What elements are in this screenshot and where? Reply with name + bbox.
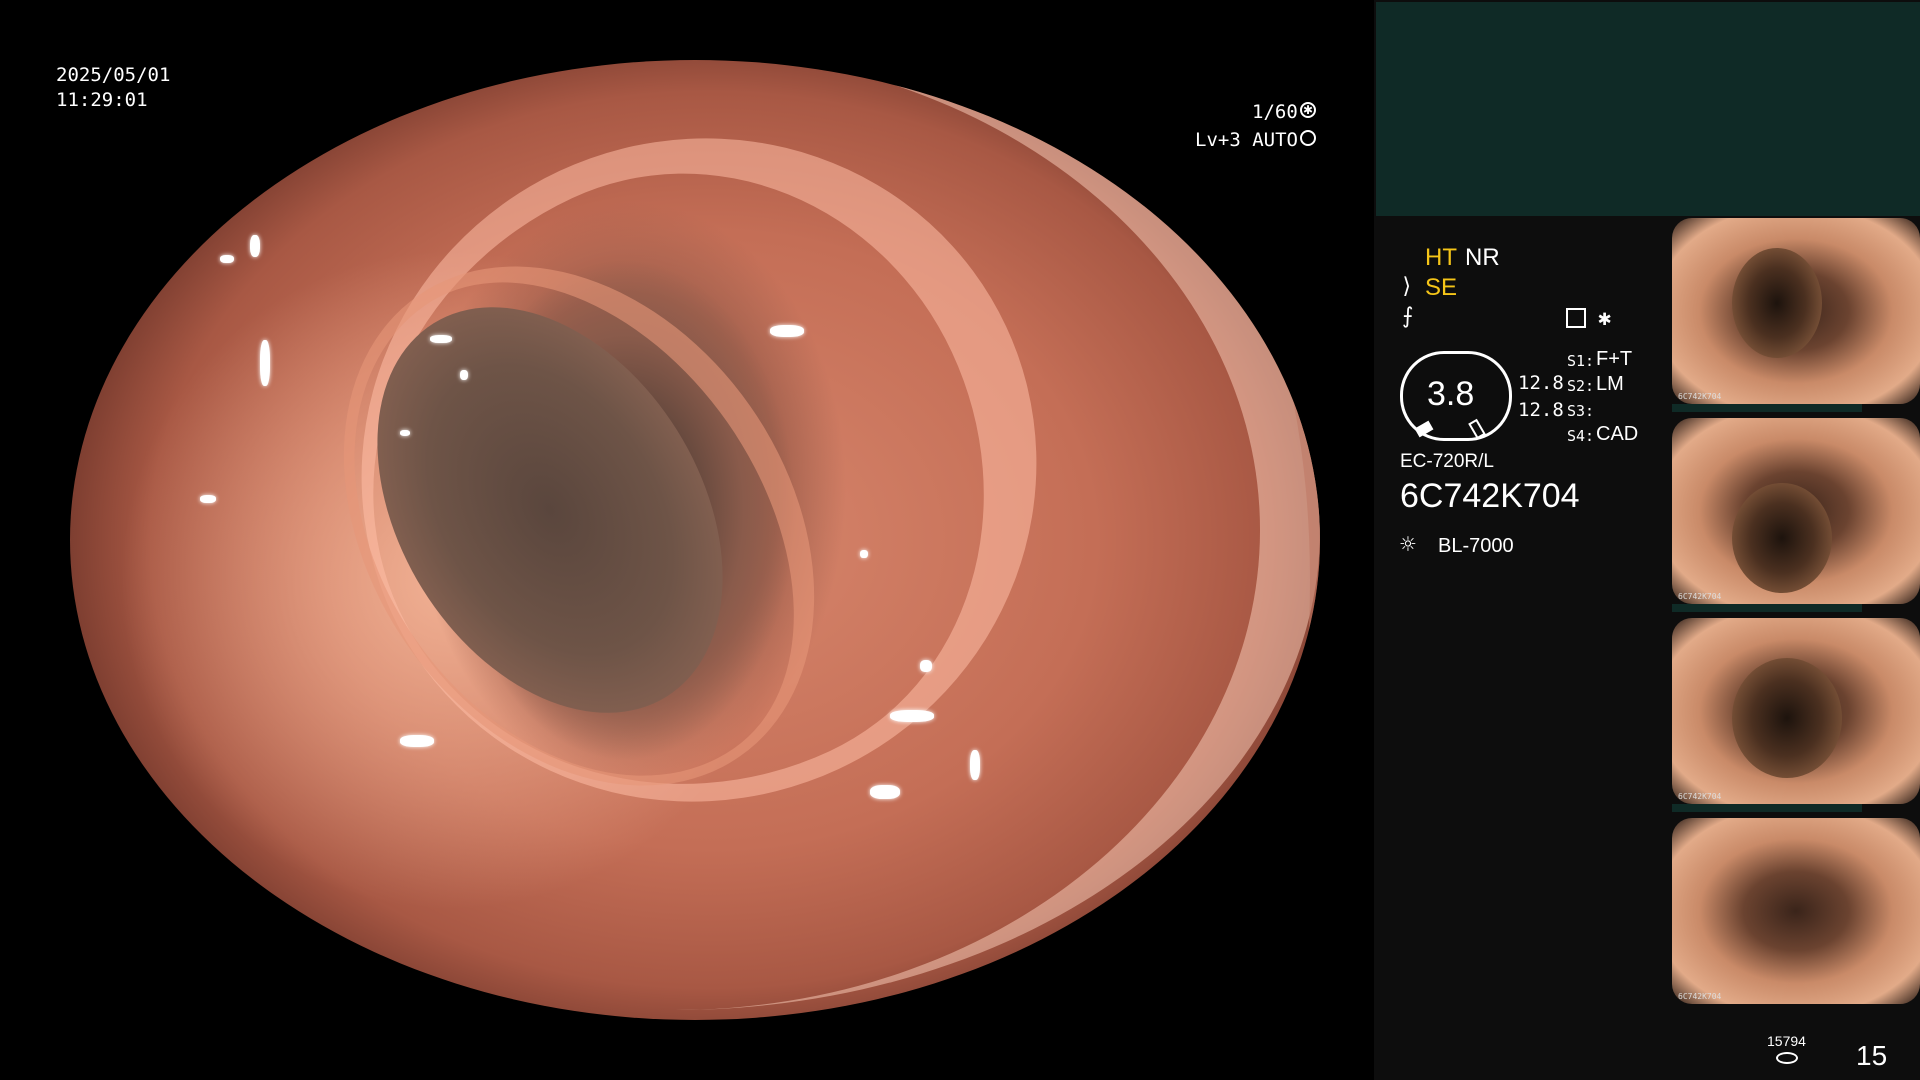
glare [970,750,980,780]
glare [220,255,234,263]
thumbnail-divider [1672,604,1862,612]
glare [200,495,216,503]
time-label: 11:29:01 [56,89,148,111]
endoscope-view [70,60,1320,1020]
thumbnail-divider [1672,404,1862,412]
shutter-icon: ✱ [1300,102,1316,118]
thumbnail-code: 6C742K704 [1678,392,1722,401]
scope-model: EC-720R/L [1400,451,1494,472]
glare [920,660,932,672]
glare [400,430,410,436]
thumbnail-code: 6C742K704 [1678,792,1722,801]
thumbnail-lumen [1732,248,1822,358]
asterisk-icon: ✱ [1598,306,1612,331]
auto-iris-icon [1300,130,1316,146]
light-source-icon: ☼ [1400,530,1416,560]
glare [870,785,900,799]
glare [890,710,934,722]
thumbnail-code: 6C742K704 [1678,592,1722,601]
patient-info-box [1376,2,1920,216]
thumbnail-code: 6C742K704 [1678,992,1722,1001]
thumbnail-lumen [1732,483,1832,593]
glare [430,335,452,343]
zoom-value: 3.8 [1427,375,1475,413]
thumbnail-4[interactable]: 6C742K704 [1672,818,1920,1004]
glare [860,550,868,558]
thumbnail-3[interactable]: 6C742K704 [1672,618,1920,804]
ht-label: HT [1425,244,1457,271]
nr-label: NR [1465,244,1500,271]
s1-label: S1: [1567,352,1595,370]
value-b: 12.8 [1518,399,1564,421]
glare [260,340,270,386]
thumbnail-lumen [1732,658,1842,778]
s4-label: S4: [1567,427,1595,445]
date-label: 2025/05/01 [56,64,171,86]
scope-bend-icon: ⟩ [1400,274,1414,299]
s4-value: CAD [1596,423,1639,445]
value-a: 12.8 [1518,372,1564,394]
image-count: 15 [1856,1040,1888,1071]
thumbnail-divider [1672,804,1862,812]
scope-serial: 6C742K704 [1400,477,1580,515]
freeze-icon: ⨍ [1402,304,1414,329]
glare [250,235,260,257]
shutter-label: 1/60 [1252,101,1298,123]
menu-icon [1566,308,1586,328]
se-label: SE [1425,274,1458,301]
s1-value: F+T [1596,348,1633,370]
storage-icon [1776,1052,1798,1064]
light-source-label: BL-7000 [1438,535,1514,557]
glare [770,325,804,337]
glare [460,370,468,380]
thumbnail-2[interactable]: 6C742K704 [1672,418,1920,604]
glare [400,735,434,747]
s2-label: S2: [1567,377,1595,395]
storage-count: 15794 [1767,1033,1806,1049]
thumbnail-1[interactable]: 6C742K704 [1672,218,1920,404]
level-mode-label: Lv+3 AUTO [1195,129,1298,151]
s3-label: S3: [1567,402,1595,420]
s2-value: LM [1596,373,1624,395]
